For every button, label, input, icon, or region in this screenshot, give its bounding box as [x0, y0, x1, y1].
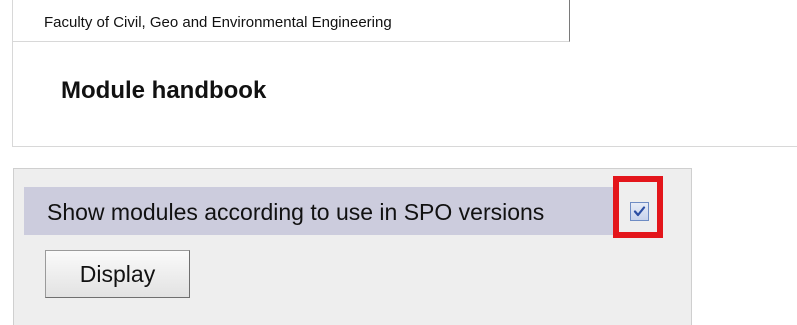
show-modules-option-label[interactable]: Show modules according to use in SPO ver…	[47, 199, 544, 226]
page-title: Module handbook	[61, 77, 267, 104]
page: Faculty of Civil, Geo and Environmental …	[0, 0, 797, 325]
faculty-tab[interactable]: Faculty of Civil, Geo and Environmental …	[13, 0, 570, 42]
faculty-tab-label: Faculty of Civil, Geo and Environmental …	[44, 14, 392, 31]
show-modules-checkbox[interactable]	[630, 202, 649, 221]
checkmark-icon	[633, 206, 646, 217]
display-button[interactable]: Display	[45, 250, 190, 298]
header-card: Faculty of Civil, Geo and Environmental …	[12, 0, 797, 147]
